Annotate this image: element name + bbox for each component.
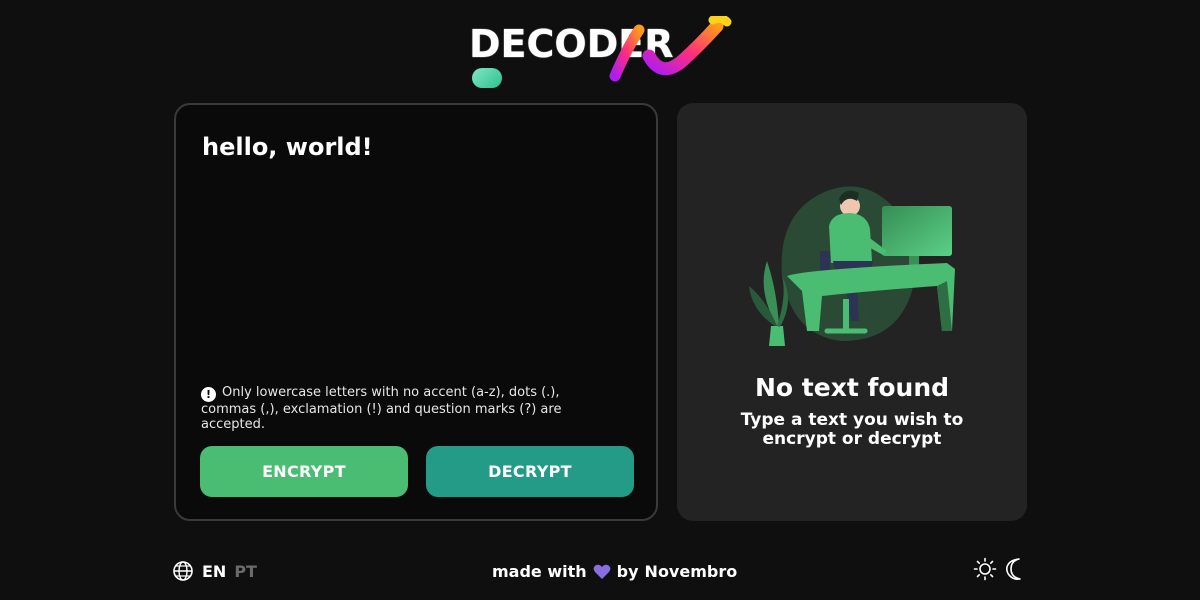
theme-switcher (973, 557, 1027, 581)
made-with-text: made with (492, 562, 587, 581)
decoder-page: DECODER !Only lowercase letters with no … (0, 0, 1200, 600)
notice-text: Only lowercase letters with no accent (a… (201, 385, 562, 432)
author-name[interactable]: Novembro (645, 562, 738, 581)
lang-pt-option[interactable]: PT (234, 562, 257, 581)
logo: DECODER (469, 16, 734, 88)
lang-en-option[interactable]: EN (202, 562, 226, 581)
footer-credit: made with by Novembro (492, 562, 737, 581)
input-card: !Only lowercase letters with no accent (… (174, 103, 658, 521)
output-title: No text found (754, 373, 950, 402)
moon-icon[interactable] (1005, 557, 1027, 581)
info-icon: ! (201, 387, 216, 402)
input-notice: ! Only lowercase letters with no accent (… (201, 385, 601, 432)
encrypt-button[interactable]: ENCRYPT (200, 446, 408, 497)
sun-icon[interactable] (973, 557, 997, 581)
heart-icon (593, 564, 611, 579)
decrypt-button[interactable]: DECRYPT (426, 446, 634, 497)
message-input[interactable] (202, 133, 632, 161)
person-at-desk-illustration (749, 186, 955, 346)
output-subtitle: Type a text you wish to encrypt or decry… (740, 410, 964, 449)
globe-icon (173, 561, 193, 581)
output-card: No text found Type a text you wish to en… (677, 103, 1027, 521)
logo-swoosh-shape (609, 16, 732, 82)
by-text: by (616, 562, 639, 581)
language-switcher: EN PT (172, 560, 257, 582)
logo-pill-shape (472, 68, 502, 88)
